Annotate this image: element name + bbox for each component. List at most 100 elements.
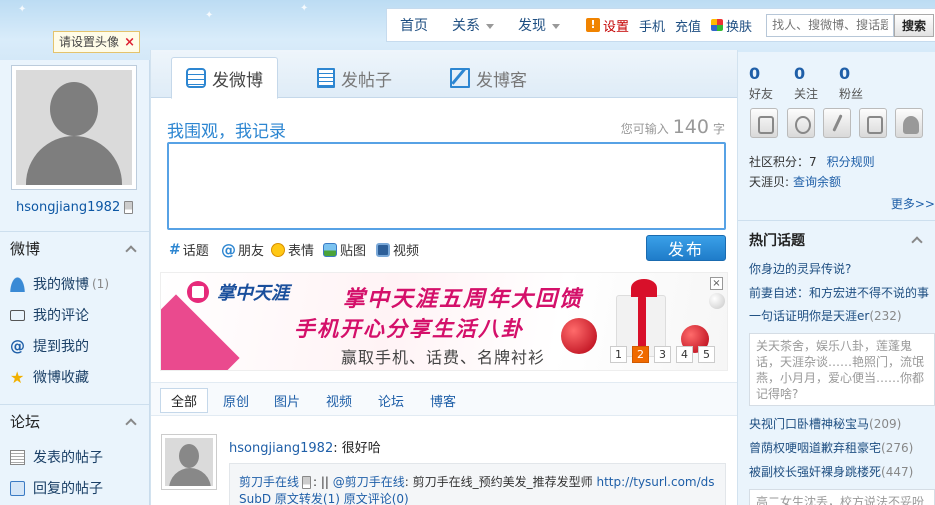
section-header-forum[interactable]: 论坛 (0, 404, 149, 438)
repost-mention-link[interactable]: @剪刀手在线 (333, 475, 405, 489)
set-avatar-tooltip[interactable]: 请设置头像 × (53, 31, 141, 53)
hot-topic-link[interactable]: 一句话证明你是天涯er(232) (749, 307, 902, 324)
tab-post-thread[interactable]: 发帖子 (317, 57, 392, 99)
filter-tab-all[interactable]: 全部 (160, 388, 209, 413)
brand-logo-icon (187, 281, 209, 303)
skin-link[interactable]: 换肤 (711, 16, 752, 35)
feed-author-avatar[interactable] (161, 434, 217, 490)
stat-following[interactable]: 0 关注 (794, 64, 818, 102)
insert-video-button[interactable]: 视频 (376, 240, 419, 259)
composer-textarea[interactable] (167, 142, 726, 230)
character-counter: 您可输入 140 字 (621, 116, 725, 138)
chevron-down-icon (486, 23, 494, 29)
repost-user-link[interactable]: 剪刀手在线 (239, 475, 299, 489)
filter-tab-forum[interactable]: 论坛 (378, 391, 404, 410)
feed-content: : 很好哈 (333, 441, 381, 456)
nav-relations[interactable]: 关系 (440, 15, 506, 35)
left-sidebar: hsongjiang1982 微博 我的微博 (1) 我的评论 @ 提到我的 ★… (0, 60, 150, 505)
banner-page-1[interactable]: 1 (610, 346, 627, 363)
hot-topic-preview[interactable]: 关天茶舍，娱乐八卦，莲蓬鬼话，天涯杂谈……艳照门，流氓燕，小月月，爱心便当……你… (749, 333, 935, 406)
tab-label: 发微博 (212, 70, 263, 91)
sidebar-item-favorites[interactable]: ★ 微博收藏 (10, 367, 89, 387)
stat-followers[interactable]: 0 粉丝 (839, 64, 863, 102)
hot-topic-link[interactable]: 央视门口卧槽神秘宝马(209) (749, 415, 901, 432)
phone-icon (302, 476, 312, 489)
score-rules-link[interactable]: 积分规则 (827, 155, 875, 169)
repost-actions[interactable]: SubD 原文转发(1) 原文评论(0) (239, 492, 409, 505)
close-icon[interactable]: × (710, 277, 723, 290)
banner-page-3[interactable]: 3 (654, 346, 671, 363)
sidebar-item-my-weibo[interactable]: 我的微博 (1) (10, 274, 109, 294)
tool-label: 表情 (288, 244, 315, 259)
repost-url-link[interactable]: http://tysurl.com/ds (596, 475, 714, 489)
at-icon: @ (10, 336, 25, 355)
chevron-up-icon[interactable] (125, 417, 137, 430)
counter-suffix: 字 (712, 122, 725, 136)
check-balance-link[interactable]: 查询余额 (793, 175, 841, 189)
comment-icon (10, 309, 25, 321)
hot-topic-text: 央视门口卧槽神秘宝马 (749, 417, 870, 431)
image-icon (323, 242, 337, 257)
video-icon (376, 242, 390, 257)
banner-page-5[interactable]: 5 (698, 346, 715, 363)
hot-topic-link[interactable]: 你身边的灵异传说? (749, 260, 851, 277)
recharge-link[interactable]: 充值 (675, 16, 701, 35)
section-title: 微博 (10, 240, 41, 258)
settings-link[interactable]: ! 设置 (586, 16, 629, 35)
stat-friends[interactable]: 0 好友 (749, 64, 773, 102)
profile-avatar[interactable] (11, 65, 137, 190)
hot-topics-header[interactable]: 热门话题 (738, 220, 935, 258)
shell-balance: 天涯贝: 查询余额 (749, 173, 841, 190)
sidebar-item-mentions[interactable]: @ 提到我的 (10, 336, 89, 356)
insert-image-button[interactable]: 贴图 (323, 240, 366, 259)
filter-tab-original[interactable]: 原创 (223, 391, 249, 410)
avatar-app-icon[interactable] (787, 108, 815, 138)
tab-post-blog[interactable]: 发博客 (450, 57, 527, 99)
insert-topic-button[interactable]: # 话题 (169, 240, 209, 260)
nav-home[interactable]: 首页 (387, 15, 440, 35)
section-header-weibo[interactable]: 微博 (0, 231, 149, 265)
banner-page-4[interactable]: 4 (676, 346, 693, 363)
blog-app-icon[interactable] (750, 108, 778, 138)
settings-label: 设置 (603, 19, 630, 35)
filter-tab-images[interactable]: 图片 (274, 391, 300, 410)
close-icon[interactable]: × (124, 33, 135, 53)
profile-username[interactable]: hsongjiang1982 (16, 200, 134, 215)
filter-tab-blog[interactable]: 博客 (430, 391, 456, 410)
hot-topic-preview[interactable]: 高二女生沈丢，校方说法不妥吩 (749, 489, 935, 505)
mobile-link[interactable]: 手机 (639, 16, 665, 35)
pen-app-icon[interactable] (823, 108, 851, 138)
filter-tab-videos[interactable]: 视频 (326, 391, 352, 410)
banner-page-2[interactable]: 2 (632, 346, 649, 363)
more-link[interactable]: 更多>> (891, 195, 935, 212)
counter-prefix: 您可输入 (620, 122, 669, 136)
publish-button[interactable]: 发布 (646, 235, 726, 261)
sidebar-item-posted-threads[interactable]: 发表的帖子 (10, 447, 103, 467)
sidebar-item-replied-threads[interactable]: 回复的帖子 (10, 478, 103, 498)
hot-topic-link[interactable]: 曾荫权哽咽道歉弃租豪宅(276) (749, 439, 913, 456)
chevron-up-icon[interactable] (125, 244, 137, 257)
banner-subtitle: 手机开心分享生活八卦 (294, 317, 524, 341)
tool-label: 朋友 (238, 244, 265, 259)
sidebar-item-label: 微博收藏 (33, 370, 89, 386)
group-app-icon[interactable] (895, 108, 923, 138)
sidebar-item-my-comments[interactable]: 我的评论 (10, 305, 89, 325)
tool-label: 话题 (182, 244, 209, 259)
speech-bubble-icon (186, 68, 206, 88)
at-icon: @ (221, 240, 236, 259)
hot-topic-link[interactable]: 前妻自述：和方宏进不得不说的事 (749, 284, 929, 301)
search-input[interactable] (766, 13, 895, 37)
nav-discover[interactable]: 发现 (506, 15, 572, 35)
chevron-up-icon[interactable] (911, 235, 923, 248)
hot-topic-count: (447) (881, 465, 914, 479)
emoji-button[interactable]: 表情 (271, 240, 314, 259)
mention-friend-button[interactable]: @ 朋友 (221, 240, 265, 260)
main-content: 发微博 发帖子 发博客 我围观，我记录 您可输入 140 字 # 话题 @ 朋友… (150, 50, 738, 505)
search-button[interactable]: 搜索 (894, 13, 935, 37)
feed-author-link[interactable]: hsongjiang1982 (229, 441, 333, 456)
hot-topic-link[interactable]: 被副校长强奸裸身跳楼死(447) (749, 463, 913, 480)
notebook-app-icon[interactable] (859, 108, 887, 138)
repost-text: : 剪刀手在线_预约美发_推荐发型师 (404, 475, 597, 489)
promo-banner[interactable]: 掌中天涯 掌中天涯五周年大回馈 手机开心分享生活八卦 赢取手机、话费、名牌衬衫 … (160, 272, 728, 371)
tab-post-weibo[interactable]: 发微博 (171, 57, 278, 99)
